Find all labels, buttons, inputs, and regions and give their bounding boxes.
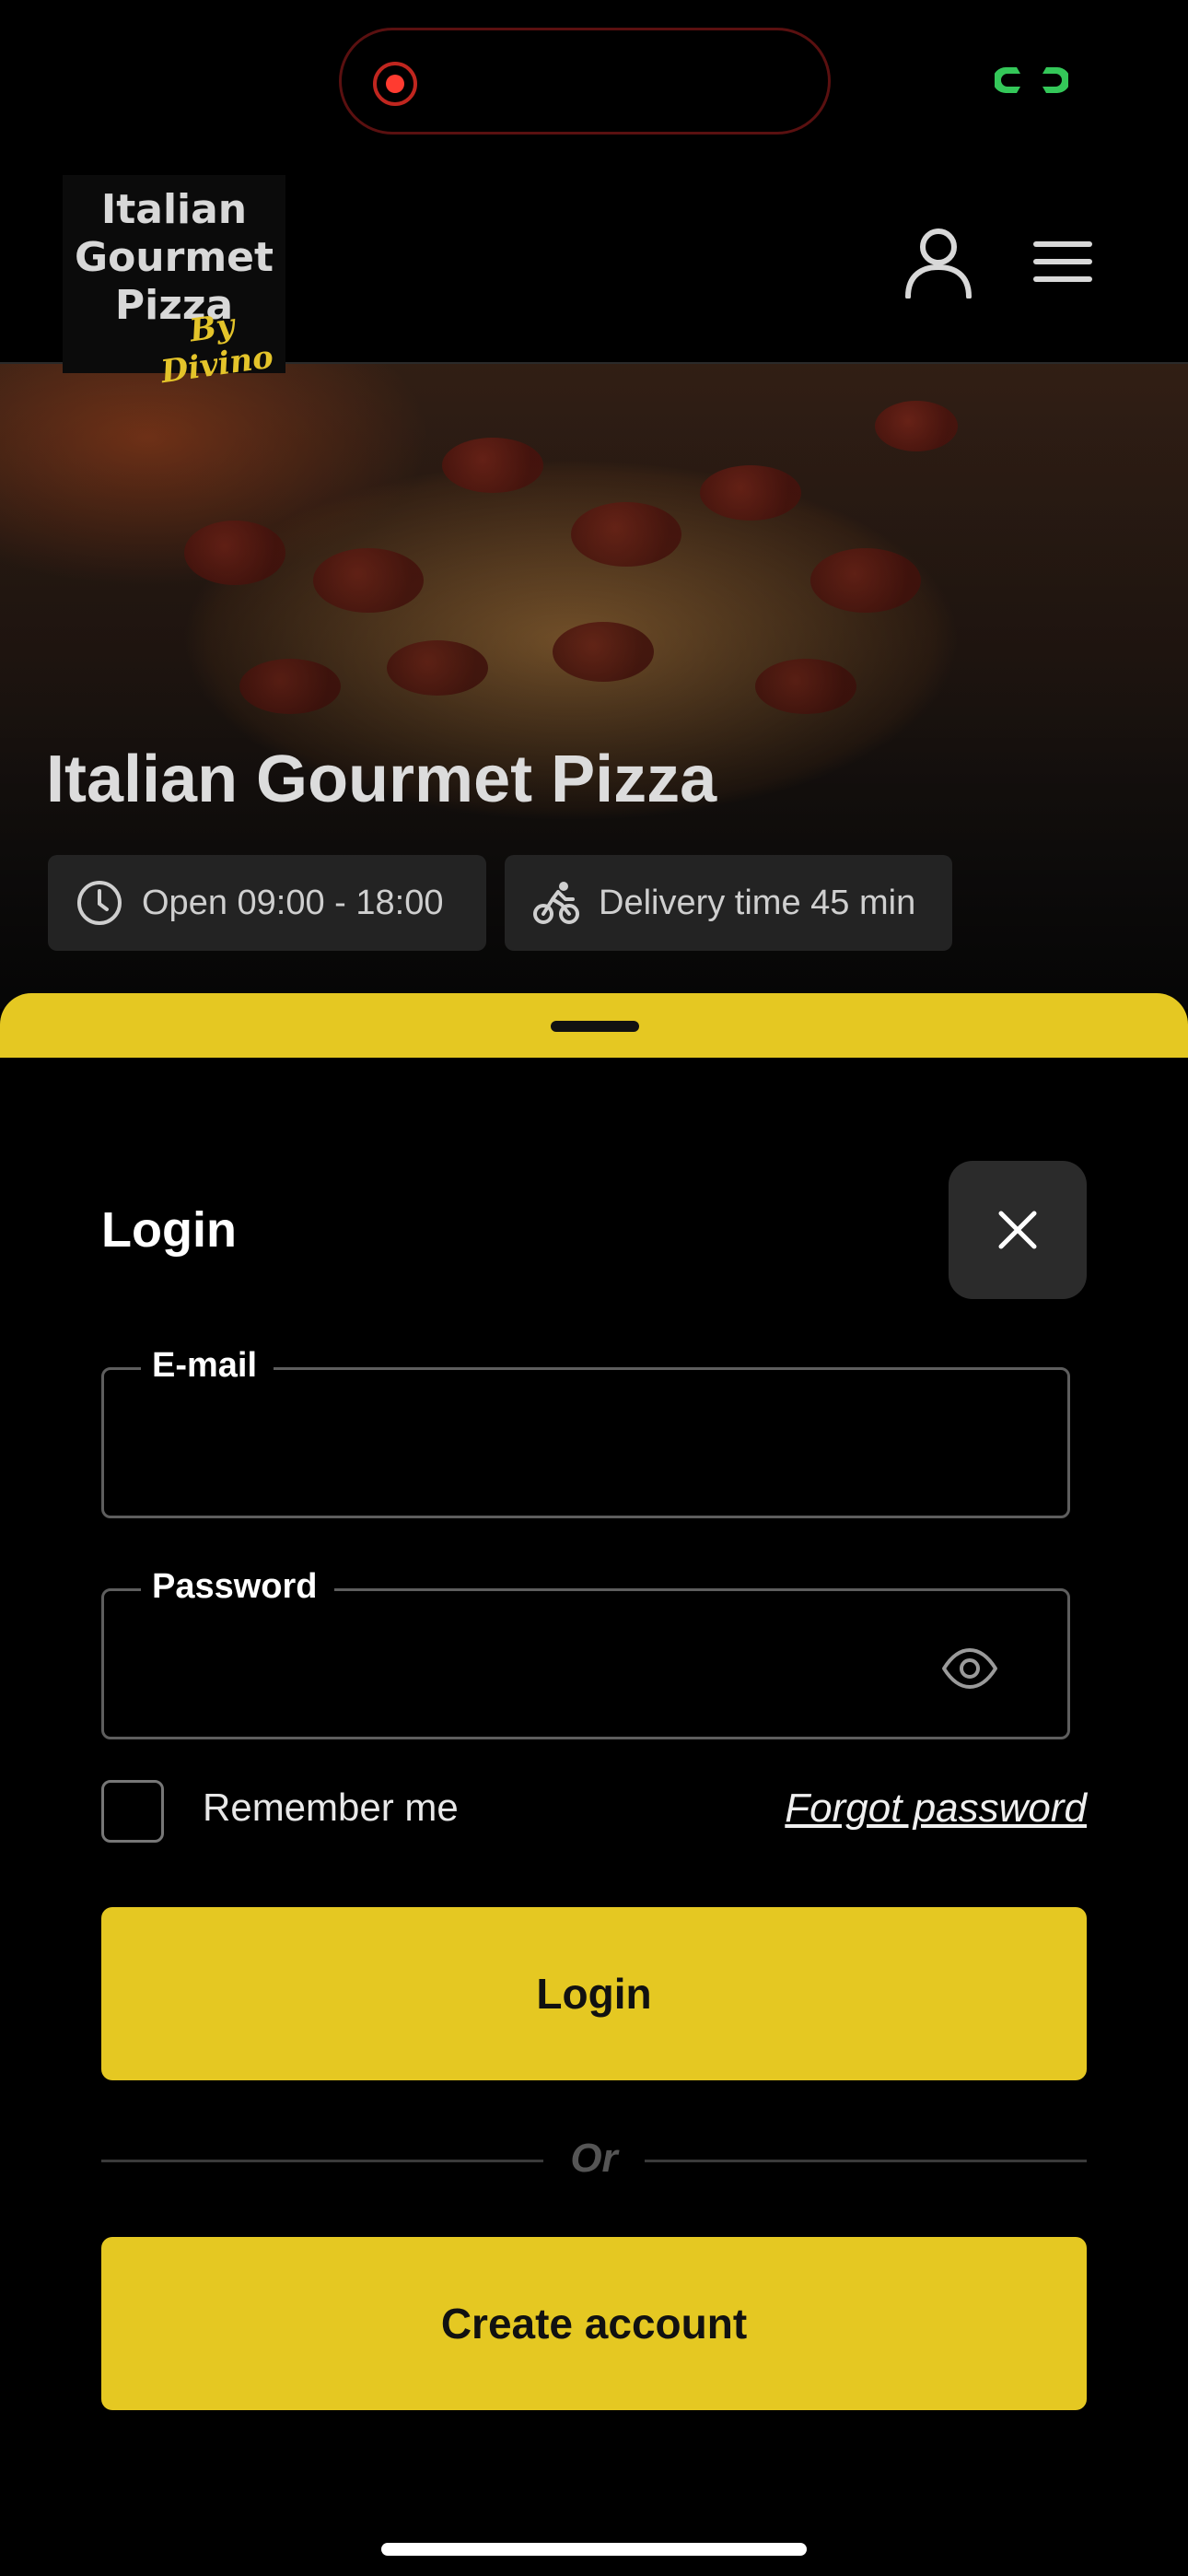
restaurant-title: Italian Gourmet Pizza xyxy=(46,743,717,816)
logo-line-1: Italian xyxy=(100,186,248,233)
toggle-password-visibility-button[interactable] xyxy=(933,1632,1007,1705)
recording-icon xyxy=(373,62,417,106)
user-icon[interactable] xyxy=(903,227,974,299)
login-title: Login xyxy=(101,1202,237,1258)
email-input[interactable] xyxy=(141,1407,933,1484)
email-field[interactable]: E-mail xyxy=(101,1342,1070,1518)
login-button[interactable]: Login xyxy=(101,1907,1087,2080)
remember-me-label[interactable]: Remember me xyxy=(203,1786,459,1830)
divider-line-right xyxy=(645,2160,1087,2162)
opening-hours-text: Open 09:00 - 18:00 xyxy=(142,883,444,922)
password-input[interactable] xyxy=(141,1628,933,1705)
create-account-button[interactable]: Create account xyxy=(101,2237,1087,2410)
menu-icon[interactable] xyxy=(1031,240,1094,284)
clock-icon xyxy=(77,881,122,925)
sheet-grabber[interactable] xyxy=(551,1021,639,1032)
link-icon xyxy=(995,67,1068,93)
delivery-time-text: Delivery time 45 min xyxy=(599,883,916,922)
sheet-handle-bar[interactable] xyxy=(0,993,1188,1058)
login-sheet: Login E-mail Password Remember me Forgot… xyxy=(0,1058,1188,2576)
password-label: Password xyxy=(141,1563,334,1610)
app-header: Italian Gourmet Pizza By Divino xyxy=(0,166,1188,391)
hero-banner: Italian Gourmet Pizza Open 09:00 - 18:00… xyxy=(0,364,1188,1009)
delivery-time-chip: Delivery time 45 min xyxy=(505,855,952,951)
logo-line-2: Gourmet xyxy=(74,234,274,281)
password-field[interactable]: Password xyxy=(101,1563,1070,1739)
close-button[interactable] xyxy=(949,1161,1087,1299)
remember-me-checkbox[interactable] xyxy=(101,1780,164,1843)
opening-hours-chip: Open 09:00 - 18:00 xyxy=(48,855,486,951)
or-divider: Or xyxy=(101,2128,1087,2193)
email-label: E-mail xyxy=(141,1342,274,1388)
eye-icon xyxy=(942,1648,997,1689)
home-indicator xyxy=(381,2543,807,2556)
restaurant-logo[interactable]: Italian Gourmet Pizza By Divino xyxy=(63,175,285,391)
close-icon xyxy=(998,1211,1037,1249)
divider-text: Or xyxy=(570,2136,618,2181)
dynamic-island xyxy=(339,28,831,135)
status-bar xyxy=(0,0,1188,166)
bicycle-icon xyxy=(533,882,579,924)
forgot-password-link[interactable]: Forgot password xyxy=(785,1786,1087,1832)
